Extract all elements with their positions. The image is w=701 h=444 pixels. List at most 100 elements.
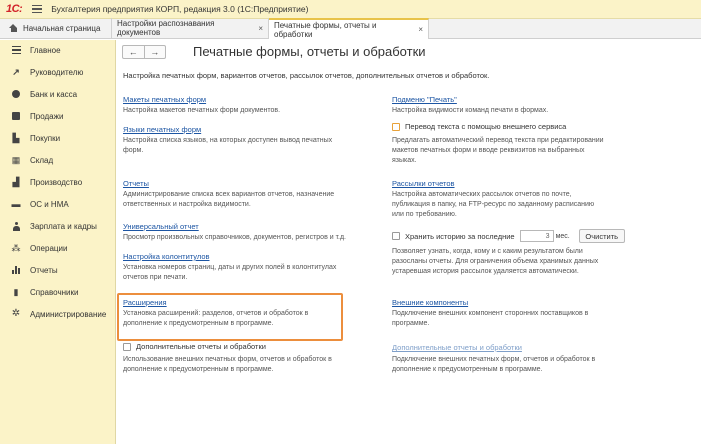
sidebar-item-main[interactable]: Главное — [0, 41, 116, 59]
translation-checkbox[interactable] — [392, 122, 400, 131]
translation-desc-line1: Предлагать автоматический перевод текста… — [392, 137, 604, 144]
headers-footers-desc-line1: Установка номеров страниц, даты и других… — [123, 264, 337, 271]
report-mailings-desc-line2: публикация в папку, на FTP-ресурс по зад… — [392, 201, 595, 208]
sidebar-item-label: Зарплата и кадры — [30, 221, 97, 231]
truck-icon: ▬ — [11, 198, 21, 209]
report-mailings-desc-line1: Настройка автоматических рассылок отчето… — [392, 191, 572, 198]
report-mailings-desc-line3: или по требованию. — [392, 211, 457, 218]
additional-reports-checkbox[interactable] — [123, 342, 131, 351]
print-submenu-link[interactable]: Подменю "Печать" — [392, 95, 457, 104]
sidebar-item-operations[interactable]: ⁂ Операции — [0, 239, 116, 257]
sidebar-item-catalogs[interactable]: ▮ Справочники — [0, 283, 116, 301]
print-languages-link[interactable]: Языки печатных форм — [123, 125, 201, 134]
clear-history-button[interactable]: Очистить — [578, 229, 625, 243]
history-desc-line3: устаревшая история рассылок удаляется ав… — [392, 268, 579, 275]
app-title: Бухгалтерия предприятия КОРП, редакция 3… — [51, 4, 309, 14]
tab-print-forms[interactable]: Печатные формы, отчеты и обработки × — [269, 18, 429, 39]
sidebar-item-reports[interactable]: Отчеты — [0, 261, 116, 279]
additional-reports-label: Дополнительные отчеты и обработки — [136, 342, 266, 351]
tab-recognition-settings[interactable]: Настройки распознавания документов × — [112, 18, 269, 38]
sidebar-item-label: Справочники — [30, 287, 79, 297]
warehouse-icon: ▦ — [11, 154, 21, 165]
person-icon — [11, 221, 21, 231]
book-icon: ▮ — [13, 286, 19, 297]
bag-icon — [11, 111, 21, 121]
additional-reports-right-desc-line2: дополнение к предусмотренным в программе… — [392, 366, 543, 373]
sections-sidebar: Главное ↗ Руководителю Банк и касса Прод… — [0, 40, 116, 444]
tab-home[interactable]: Начальная страница — [0, 18, 112, 38]
tab-label: Печатные формы, отчеты и обработки — [274, 20, 377, 39]
title-bar: 1С: Бухгалтерия предприятия КОРП, редакц… — [0, 0, 701, 19]
sidebar-item-label: ОС и НМА — [30, 199, 69, 209]
sidebar-item-production[interactable]: ▟ Производство — [0, 173, 116, 191]
additional-reports-desc-line1: Использование внешних печатных форм, отч… — [123, 356, 332, 363]
headers-footers-desc-line2: отчетов при печати. — [123, 274, 188, 281]
tabs-bar: Начальная страница Настройки распознаван… — [0, 18, 701, 39]
history-desc-line1: Позволяет узнать, когда, кому и с каким … — [392, 248, 583, 255]
close-icon[interactable]: × — [254, 24, 263, 33]
translation-label: Перевод текста с помощью внешнего сервис… — [405, 122, 567, 131]
extensions-highlight-frame — [117, 293, 343, 341]
nav-arrows: ← → — [122, 45, 166, 59]
back-button[interactable]: ← — [123, 46, 144, 58]
factory-icon: ▟ — [12, 176, 20, 187]
close-icon[interactable]: × — [414, 25, 423, 34]
print-submenu-desc: Настройка видимости команд печати в форм… — [392, 107, 549, 114]
sidebar-item-label: Производство — [30, 177, 83, 187]
sidebar-item-manager[interactable]: ↗ Руководителю — [0, 63, 116, 81]
external-components-desc-line2: программе. — [392, 320, 430, 327]
sidebar-item-label: Склад — [30, 155, 54, 165]
main-menu-icon[interactable] — [32, 4, 43, 14]
reports-desc-line2: ответственных и настройка видимости. — [123, 201, 251, 208]
history-desc-line2: разосланы отчеты. Для ограничения объема… — [392, 258, 599, 265]
sidebar-item-label: Руководителю — [30, 67, 84, 77]
universal-report-desc: Просмотр произвольных справочников, доку… — [123, 234, 346, 241]
universal-report-link[interactable]: Универсальный отчет — [123, 222, 199, 231]
translation-desc-line2: макетов печатных форм и вводе реквизитов… — [392, 147, 585, 154]
gear-icon: ✲ — [11, 308, 21, 319]
content-area: ← → Печатные формы, отчеты и обработки Н… — [117, 40, 701, 444]
home-icon — [9, 23, 18, 33]
forward-button[interactable]: → — [143, 46, 166, 58]
translation-desc-line3: языках. — [392, 157, 417, 164]
additional-reports-link[interactable]: Дополнительные отчеты и обработки — [392, 343, 522, 352]
reports-link[interactable]: Отчеты — [123, 179, 149, 188]
operations-icon: ⁂ — [11, 242, 21, 253]
external-components-link[interactable]: Внешние компоненты — [392, 298, 468, 307]
print-languages-desc-line1: Настройка списка языков, на которых дост… — [123, 137, 333, 144]
sidebar-item-assets[interactable]: ▬ ОС и НМА — [0, 195, 116, 213]
additional-reports-right-desc-line1: Подключение внешних печатных форм, отчет… — [392, 356, 596, 363]
page-subtitle: Настройка печатных форм, вариантов отчет… — [123, 71, 490, 80]
sidebar-item-label: Покупки — [30, 133, 61, 143]
history-months-input[interactable]: 3 — [519, 230, 554, 242]
sidebar-item-label: Операции — [30, 243, 68, 253]
sidebar-item-label: Продажи — [30, 111, 64, 121]
tab-label: Настройки распознавания документов — [117, 19, 215, 37]
report-mailings-link[interactable]: Рассылки отчетов — [392, 179, 455, 188]
history-checkbox[interactable] — [392, 232, 400, 240]
cart-icon: ▙ — [12, 132, 20, 143]
trend-icon: ↗ — [12, 66, 20, 77]
sidebar-item-admin[interactable]: ✲ Администрирование — [0, 305, 116, 323]
sidebar-item-label: Банк и касса — [30, 89, 78, 99]
reports-desc-line1: Администрирование списка всех вариантов … — [123, 191, 335, 198]
additional-reports-checkbox-row[interactable]: Дополнительные отчеты и обработки — [123, 342, 266, 351]
sidebar-item-salary[interactable]: Зарплата и кадры — [0, 217, 116, 235]
app-logo: 1С: — [6, 3, 23, 15]
additional-reports-desc-line2: дополнение к предусмотренным в программе… — [123, 366, 274, 373]
tab-home-label: Начальная страница — [23, 23, 101, 33]
translation-checkbox-row[interactable]: Перевод текста с помощью внешнего сервис… — [392, 122, 566, 131]
headers-footers-link[interactable]: Настройка колонтитулов — [123, 252, 210, 261]
print-templates-link[interactable]: Макеты печатных форм — [123, 95, 206, 104]
sidebar-item-label: Отчеты — [30, 265, 58, 275]
history-unit: мес. — [555, 232, 570, 240]
coin-icon — [11, 89, 21, 99]
print-languages-desc-line2: форм. — [123, 147, 144, 154]
external-components-desc-line1: Подключение внешних компонент сторонних … — [392, 310, 589, 317]
sidebar-item-sales[interactable]: Продажи — [0, 107, 116, 125]
sidebar-item-label: Администрирование — [30, 309, 107, 319]
sidebar-item-bank[interactable]: Банк и касса — [0, 85, 116, 103]
sidebar-item-warehouse[interactable]: ▦ Склад — [0, 151, 116, 169]
sidebar-item-purchases[interactable]: ▙ Покупки — [0, 129, 116, 147]
history-label: Хранить историю за последние — [405, 231, 515, 241]
